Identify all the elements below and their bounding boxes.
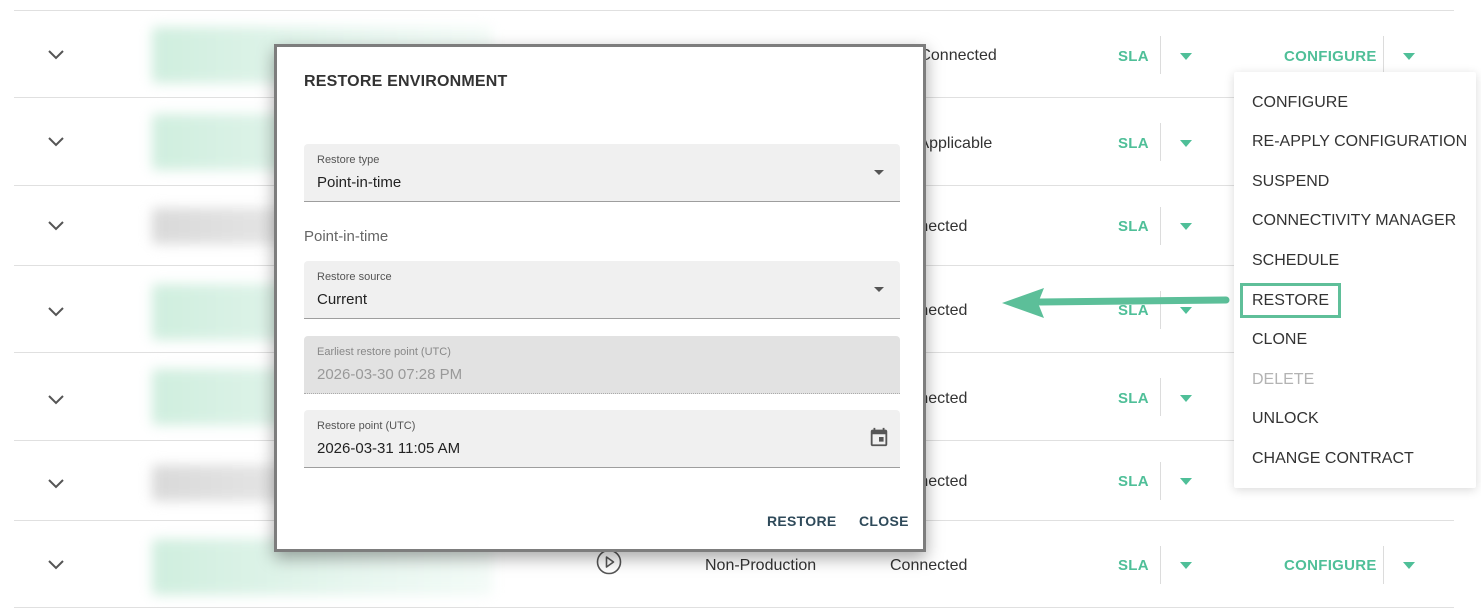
restore-point-field[interactable]: Restore point (UTC) 2026-03-31 11:05 AM	[304, 410, 900, 468]
field-label: Restore type	[317, 154, 380, 166]
dialog-title: RESTORE ENVIRONMENT	[304, 73, 508, 90]
caret-down-icon[interactable]	[1180, 140, 1192, 147]
caret-down-icon[interactable]	[1403, 562, 1415, 569]
divider	[1160, 207, 1161, 245]
divider	[1160, 546, 1161, 584]
caret-down-icon[interactable]	[1180, 223, 1192, 230]
section-label: Point-in-time	[304, 228, 389, 245]
divider	[1383, 36, 1384, 74]
chevron-down-icon[interactable]	[46, 45, 66, 65]
earliest-restore-point-field: Earliest restore point (UTC) 2026-03-30 …	[304, 336, 900, 394]
caret-down-icon[interactable]	[874, 287, 884, 292]
caret-down-icon[interactable]	[1180, 478, 1192, 485]
menu-item-configure[interactable]: CONFIGURE	[1252, 94, 1348, 112]
chevron-down-icon[interactable]	[46, 555, 66, 575]
chevron-down-icon[interactable]	[46, 474, 66, 494]
field-value: Point-in-time	[317, 174, 402, 191]
environment-type: Non-Production	[705, 557, 817, 574]
menu-item-unlock[interactable]: UNLOCK	[1252, 410, 1319, 428]
caret-down-icon[interactable]	[1403, 53, 1415, 60]
chevron-down-icon[interactable]	[46, 302, 66, 322]
sla-button[interactable]: SLA	[1118, 218, 1149, 235]
sla-button[interactable]: SLA	[1118, 473, 1149, 490]
menu-item-schedule[interactable]: SCHEDULE	[1252, 252, 1339, 270]
restore-source-select[interactable]: Restore source Current	[304, 261, 900, 319]
sla-button[interactable]: SLA	[1118, 135, 1149, 152]
close-button[interactable]: CLOSE	[859, 513, 909, 529]
environments-page: Not Connected SLA CONFIGURE Not Applicab…	[0, 0, 1481, 611]
sla-button[interactable]: SLA	[1118, 48, 1149, 65]
configure-button[interactable]: CONFIGURE	[1284, 48, 1377, 65]
configure-menu: CONFIGURE RE-APPLY CONFIGURATION SUSPEND…	[1234, 72, 1476, 488]
caret-down-icon[interactable]	[1180, 562, 1192, 569]
field-label: Restore source	[317, 271, 392, 283]
chevron-down-icon[interactable]	[46, 390, 66, 410]
calendar-icon[interactable]	[868, 426, 890, 448]
restore-environment-dialog: RESTORE ENVIRONMENT Restore type Point-i…	[274, 44, 926, 552]
restore-button[interactable]: RESTORE	[767, 513, 837, 529]
divider	[1383, 546, 1384, 584]
menu-item-reapply-configuration[interactable]: RE-APPLY CONFIGURATION	[1252, 133, 1467, 151]
arrow-left-icon	[1002, 288, 1230, 318]
field-value: 2026-03-30 07:28 PM	[317, 366, 463, 383]
menu-item-suspend[interactable]: SUSPEND	[1252, 173, 1329, 191]
sla-button[interactable]: SLA	[1118, 390, 1149, 407]
chevron-down-icon[interactable]	[46, 216, 66, 236]
caret-down-icon[interactable]	[874, 170, 884, 175]
divider	[1160, 378, 1161, 416]
caret-down-icon[interactable]	[1180, 395, 1192, 402]
field-label: Restore point (UTC)	[317, 420, 416, 432]
menu-item-delete: DELETE	[1252, 371, 1315, 388]
chevron-down-icon[interactable]	[46, 132, 66, 152]
field-value: 2026-03-31 11:05 AM	[317, 440, 461, 457]
menu-item-connectivity-manager[interactable]: CONNECTIVITY MANAGER	[1252, 212, 1456, 230]
connection-status: Connected	[890, 557, 968, 574]
restore-type-select[interactable]: Restore type Point-in-time	[304, 144, 900, 202]
field-value: Current	[317, 291, 368, 308]
divider	[1160, 36, 1161, 74]
divider	[1160, 462, 1161, 500]
field-label: Earliest restore point (UTC)	[317, 346, 451, 358]
divider	[1160, 123, 1161, 161]
caret-down-icon[interactable]	[1180, 53, 1192, 60]
sla-button[interactable]: SLA	[1118, 557, 1149, 574]
menu-item-clone[interactable]: CLONE	[1252, 331, 1307, 349]
menu-item-restore[interactable]: RESTORE	[1252, 292, 1329, 310]
configure-button[interactable]: CONFIGURE	[1284, 557, 1377, 574]
menu-item-change-contract[interactable]: CHANGE CONTRACT	[1252, 450, 1414, 468]
play-circle-icon[interactable]	[596, 549, 622, 575]
